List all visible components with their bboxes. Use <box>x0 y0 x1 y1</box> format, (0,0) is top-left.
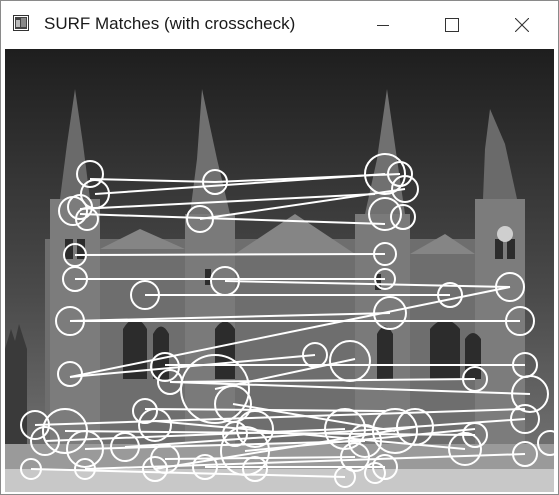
image-window-icon <box>13 15 29 31</box>
match-image-canvas <box>5 49 554 492</box>
close-icon <box>515 18 529 32</box>
close-button[interactable] <box>499 1 545 49</box>
title-bar[interactable]: SURF Matches (with crosscheck) <box>1 1 558 49</box>
surf-matches-image <box>5 49 554 492</box>
minimize-icon <box>377 25 389 26</box>
minimize-button[interactable] <box>360 1 406 49</box>
maximize-button[interactable] <box>429 1 475 49</box>
tower-clock <box>497 226 513 242</box>
app-window: SURF Matches (with crosscheck) <box>0 0 559 495</box>
maximize-icon <box>445 18 459 32</box>
snow <box>5 469 554 492</box>
window-title: SURF Matches (with crosscheck) <box>44 14 296 33</box>
